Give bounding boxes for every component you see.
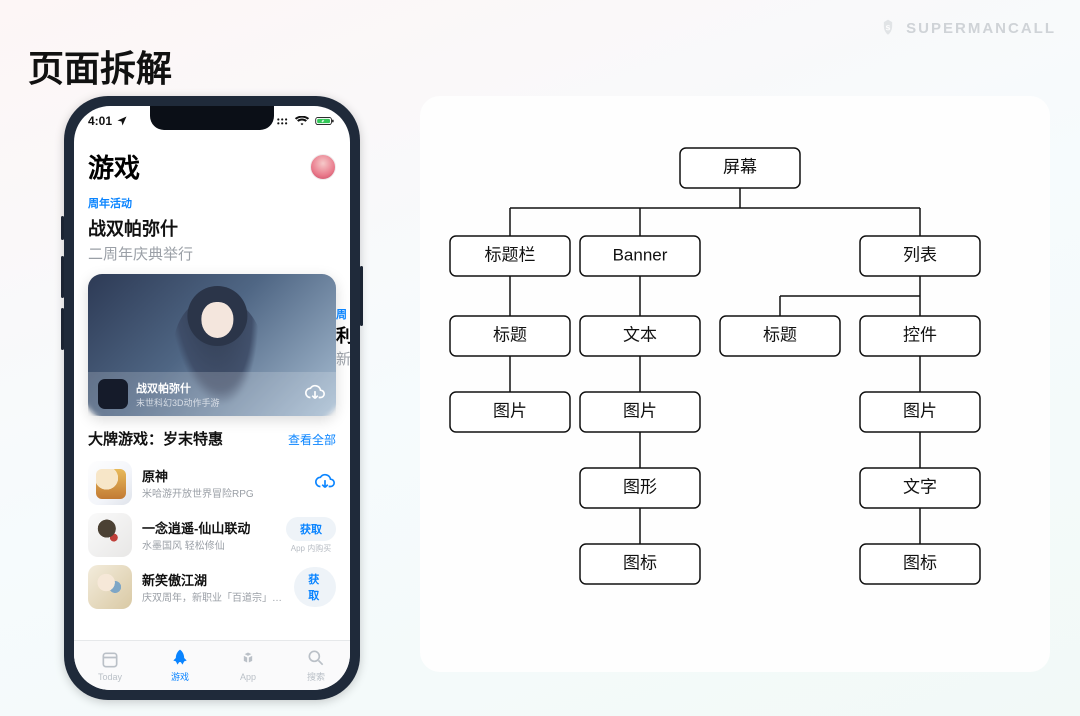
feature-card-title: 战双帕弥什: [136, 380, 220, 396]
phone-side-button: [61, 256, 64, 298]
download-button[interactable]: [314, 470, 336, 497]
tab-search[interactable]: 搜索: [306, 648, 326, 683]
app-name: 新笑傲江湖: [142, 570, 284, 589]
node: 图片: [623, 401, 657, 420]
node: 图片: [493, 401, 527, 420]
node: 标题: [493, 325, 527, 344]
node: 标题: [763, 325, 797, 344]
node-list: 列表: [903, 245, 937, 264]
download-button[interactable]: [304, 381, 326, 408]
app-icon: [88, 513, 132, 557]
page-title: 页面拆解: [28, 40, 172, 92]
phone-mockup: 4:01 游戏 周年活动 战双帕弥什 二周年庆典举行: [64, 96, 360, 700]
phone-notch: [150, 106, 274, 130]
feature-app-icon: [98, 379, 128, 409]
tab-label: Today: [98, 672, 122, 682]
feature-eyebrow: 周年活动: [88, 195, 336, 211]
tab-label: 游戏: [171, 670, 189, 683]
app-name: 原神: [142, 466, 254, 485]
feature-footer: 战双帕弥什 末世科幻3D动作手游: [88, 372, 336, 416]
node: 图标: [623, 553, 657, 572]
peek-eyebrow: 周: [336, 306, 350, 322]
cloud-download-icon: [314, 470, 336, 492]
tab-label: 搜索: [307, 670, 325, 683]
watermark: SUPERMANCALL: [878, 18, 1056, 38]
rocket-icon: [170, 648, 190, 668]
location-icon: [116, 115, 128, 127]
phone-side-button: [360, 266, 363, 326]
get-button[interactable]: 获取: [286, 517, 336, 541]
app-grid-icon: [276, 116, 290, 126]
watermark-text: SUPERMANCALL: [906, 20, 1056, 37]
today-icon: [100, 650, 120, 670]
node: 图片: [903, 401, 937, 420]
app-desc: 水墨国风 轻松修仙: [142, 537, 250, 552]
section-header: 大牌游戏：岁末特惠 查看全部: [88, 428, 336, 449]
app-desc: 米哈游开放世界冒险RPG: [142, 485, 254, 500]
feature-sub: 二周年庆典举行: [88, 243, 336, 264]
app-desc: 庆双周年，新职业「百道宗」登陆江湖: [142, 589, 284, 604]
feature-card[interactable]: 战双帕弥什 末世科幻3D动作手游: [88, 274, 336, 416]
node: 文本: [623, 325, 657, 344]
supermancall-logo-icon: [878, 18, 898, 38]
tab-today[interactable]: Today: [98, 650, 122, 682]
tab-label: App: [240, 672, 256, 682]
app-store-header: 游戏: [74, 132, 350, 195]
node-titlebar: 标题栏: [485, 245, 536, 264]
get-button[interactable]: 获取: [294, 567, 336, 607]
tab-games[interactable]: 游戏: [170, 648, 190, 683]
phone-side-button: [61, 216, 64, 240]
iap-note: App 内购买: [291, 543, 331, 554]
feature-card-tagline: 末世科幻3D动作手游: [136, 396, 220, 409]
app-icon: [88, 565, 132, 609]
app-icon: [88, 461, 132, 505]
feature-block: 周年活动 战双帕弥什 二周年庆典举行 战双帕弥什 末世科幻3D动作手游: [88, 195, 336, 416]
search-icon: [306, 648, 326, 668]
node-banner: Banner: [613, 245, 668, 264]
node: 控件: [903, 325, 937, 344]
app-row[interactable]: 原神 米哈游开放世界冒险RPG: [74, 457, 350, 509]
profile-avatar[interactable]: [310, 154, 336, 180]
peek-sub: 新: [336, 348, 350, 369]
phone-screen: 4:01 游戏 周年活动 战双帕弥什 二周年庆典举行: [74, 106, 350, 690]
header-title: 游戏: [88, 148, 140, 185]
tab-apps[interactable]: App: [238, 650, 258, 682]
status-time: 4:01: [88, 114, 112, 128]
diagram-panel: 屏幕 标题栏 Banner 列表 标题 文本 标题 控件 图片 图片 图片 图形…: [420, 96, 1050, 672]
section-title: 大牌游戏：岁末特惠: [88, 428, 223, 449]
phone-side-button: [61, 308, 64, 350]
apps-icon: [238, 650, 258, 670]
node: 文字: [903, 477, 937, 496]
tab-bar: Today 游戏 App 搜索: [74, 640, 350, 690]
app-row[interactable]: 一念逍遥-仙山联动 水墨国风 轻松修仙 获取 App 内购买: [74, 509, 350, 561]
node-root: 屏幕: [723, 157, 757, 176]
node: 图标: [903, 553, 937, 572]
wifi-icon: [294, 116, 310, 126]
peek-heading: 利: [336, 322, 350, 348]
battery-icon: [314, 116, 336, 126]
node: 图形: [623, 477, 657, 496]
app-row[interactable]: 新笑傲江湖 庆双周年，新职业「百道宗」登陆江湖 获取: [74, 561, 350, 613]
feature-heading: 战双帕弥什: [88, 215, 336, 241]
cloud-download-icon: [304, 381, 326, 403]
hierarchy-diagram: 屏幕 标题栏 Banner 列表 标题 文本 标题 控件 图片 图片 图片 图形…: [420, 96, 1050, 672]
feature-peek: 周 利 新: [336, 306, 350, 369]
app-name: 一念逍遥-仙山联动: [142, 518, 250, 537]
see-all-link[interactable]: 查看全部: [288, 431, 336, 448]
